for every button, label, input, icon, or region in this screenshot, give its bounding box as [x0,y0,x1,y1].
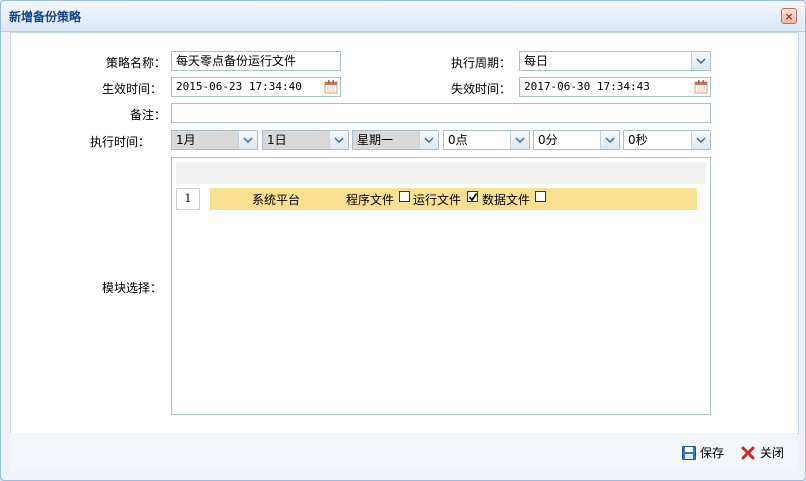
exec-second-select[interactable]: 0秒 [623,130,711,150]
chevron-down-icon[interactable] [510,131,529,149]
dialog-titlebar[interactable]: 新增备份策略 × [1,1,805,32]
data-files-checkbox[interactable] [535,191,546,202]
program-files-checkbox[interactable] [399,191,410,202]
dialog-footer: 保存 关闭 [10,433,797,471]
exec-hour-select[interactable]: 0点 [443,130,530,150]
remark-label: 备注： [130,108,167,122]
close-button[interactable]: 关闭 [740,444,784,461]
exec-weekday-select[interactable]: 星期一 [352,130,439,150]
exec-month-select[interactable]: 1月 [171,130,258,150]
save-button[interactable]: 保存 [682,444,724,461]
checkmark-icon [468,193,478,202]
dialog-title: 新增备份策略 [9,10,82,24]
chevron-down-icon[interactable] [691,131,710,149]
close-x-icon [741,446,755,459]
exec-minute-value: 0分 [538,133,558,147]
row-number: 1 [176,188,200,210]
exec-month-value: 1月 [176,133,196,147]
calendar-icon[interactable] [323,79,339,95]
exec-second-value: 0秒 [628,133,648,147]
policy-name-input[interactable]: 每天零点备份运行文件 [171,51,341,71]
run-files-checkbox[interactable] [467,191,478,202]
chevron-down-icon[interactable] [419,131,438,149]
exec-weekday-value: 星期一 [357,133,394,147]
run-files-label: 运行文件 [413,193,462,207]
data-files-label: 数据文件 [482,193,531,207]
expire-time-value: 2017-06-30 17:34:43 [524,80,650,93]
exec-minute-select[interactable]: 0分 [533,130,620,150]
chevron-down-icon[interactable] [238,131,257,149]
effective-time-value: 2015-06-23 17:34:40 [176,80,302,93]
effective-time-input[interactable]: 2015-06-23 17:34:40 [171,77,341,97]
module-select-label: 模块选择： [102,281,163,295]
chevron-down-icon[interactable] [691,52,710,70]
cycle-select-value: 每日 [524,54,549,68]
module-row-system-platform[interactable]: 系统平台 程序文件 运行文件 数据文件 [210,188,697,210]
expire-time-label: 失效时间： [451,82,512,96]
effective-time-label: 生效时间： [102,82,163,96]
cycle-select[interactable]: 每日 [519,51,711,71]
chevron-down-icon[interactable] [600,131,619,149]
close-button-label: 关闭 [760,446,785,460]
exec-time-label: 执行时间： [90,135,151,149]
policy-name-label: 策略名称： [106,56,167,70]
module-tree-header [176,162,706,184]
chevron-down-icon[interactable] [329,131,348,149]
backup-policy-dialog: 新增备份策略 × 策略名称： 每天零点备份运行文件 执行周期： 每日 生效时间：… [0,0,806,481]
close-icon[interactable]: × [781,8,797,24]
cycle-label: 执行周期： [451,56,512,70]
form-panel: 策略名称： 每天零点备份运行文件 执行周期： 每日 生效时间： 2015-06-… [10,32,799,434]
exec-day-value: 1日 [267,133,287,147]
save-button-label: 保存 [700,446,725,460]
exec-day-select[interactable]: 1日 [262,130,349,150]
program-files-label: 程序文件 [346,193,395,207]
calendar-icon[interactable] [693,79,709,95]
expire-time-input[interactable]: 2017-06-30 17:34:43 [519,77,711,97]
save-icon [682,445,696,460]
platform-label: 系统平台 [252,193,301,207]
remark-input[interactable] [171,103,711,123]
exec-hour-value: 0点 [448,133,468,147]
module-tree: 1 系统平台 程序文件 运行文件 数据文件 [171,157,711,415]
